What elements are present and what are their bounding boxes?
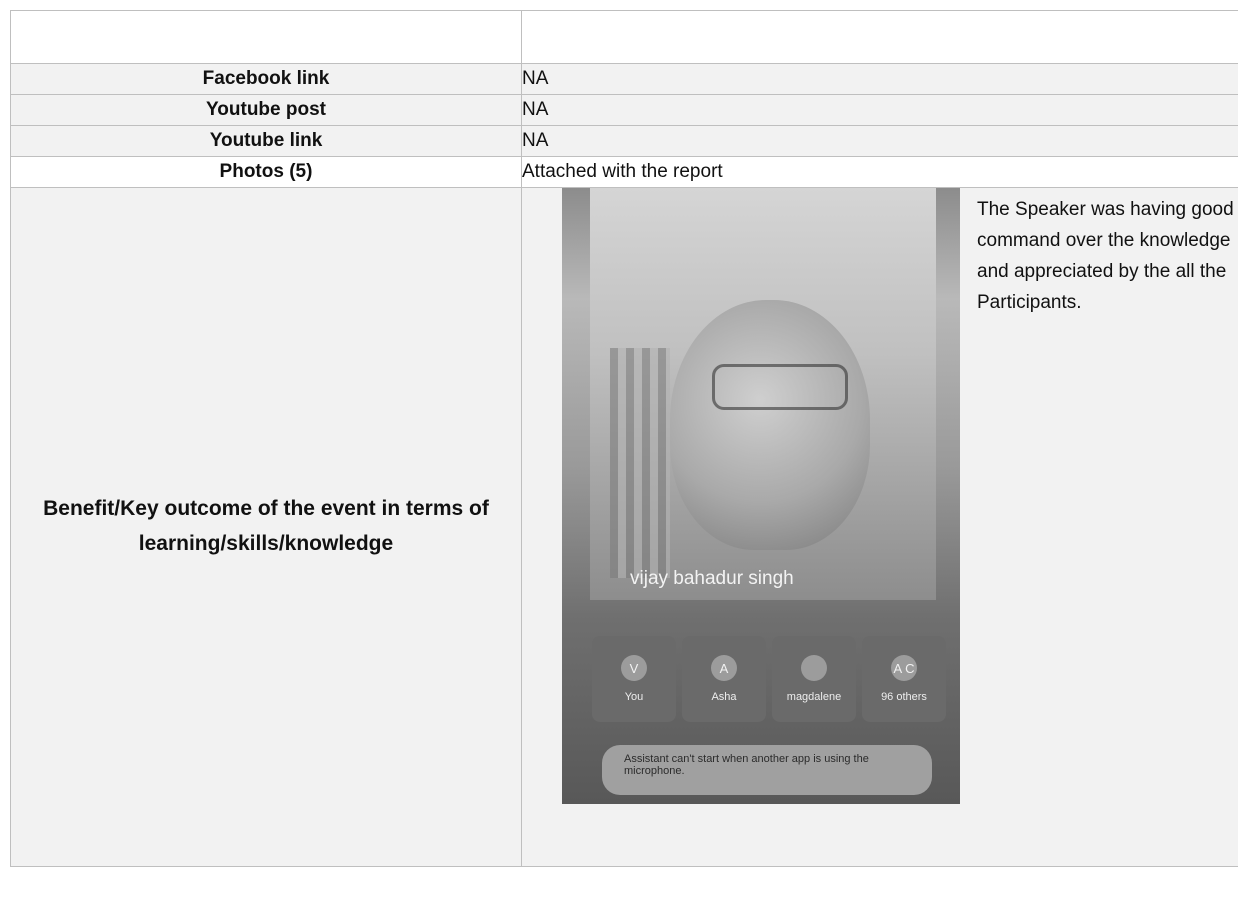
table-row: Youtube post NA — [10, 94, 1238, 126]
row-label: Facebook link — [10, 63, 522, 95]
avatar: A — [711, 655, 737, 681]
row-value: Attached with the report — [521, 156, 1238, 188]
row-value: NA — [521, 94, 1238, 126]
row-value: NA — [521, 125, 1238, 157]
table-row: Benefit/Key outcome of the event in term… — [10, 187, 1238, 867]
row-label: Photos (5) — [10, 156, 522, 188]
video-call-screen: vijay bahadur singh — [590, 188, 936, 600]
avatar: V — [621, 655, 647, 681]
speaker-face — [670, 300, 870, 550]
table-row: Youtube link NA — [10, 125, 1238, 157]
report-table: Facebook link NA Youtube post NA Youtube… — [10, 10, 1238, 867]
participant-tile: A Asha — [682, 636, 766, 722]
benefit-value: vijay bahadur singh V You A Asha magdale… — [521, 187, 1238, 867]
participant-name: Asha — [711, 691, 737, 703]
speaker-name: vijay bahadur singh — [630, 568, 794, 589]
table-row: Photos (5) Attached with the report — [10, 156, 1238, 188]
row-value — [521, 10, 1238, 64]
row-label — [10, 10, 522, 64]
participant-tile: A C 96 others — [862, 636, 946, 722]
glasses — [712, 364, 848, 410]
participant-tiles: V You A Asha magdalene A C 96 others — [592, 636, 946, 722]
table-row: Facebook link NA — [10, 63, 1238, 95]
row-value: NA — [521, 63, 1238, 95]
table-row — [10, 10, 1238, 64]
participant-name: magdalene — [786, 691, 842, 703]
row-label: Youtube post — [10, 94, 522, 126]
bookshelf — [610, 348, 670, 578]
participant-name: You — [624, 691, 644, 703]
participant-tile: V You — [592, 636, 676, 722]
participant-name: 96 others — [881, 691, 927, 703]
assistant-toast: Assistant can't start when another app i… — [602, 745, 932, 795]
benefit-label: Benefit/Key outcome of the event in term… — [10, 187, 522, 867]
event-photo: vijay bahadur singh V You A Asha magdale… — [562, 188, 960, 804]
row-label: Youtube link — [10, 125, 522, 157]
participant-tile: magdalene — [772, 636, 856, 722]
benefit-caption: The Speaker was having good command over… — [977, 199, 1234, 313]
avatar — [801, 655, 827, 681]
avatar: A C — [891, 655, 917, 681]
